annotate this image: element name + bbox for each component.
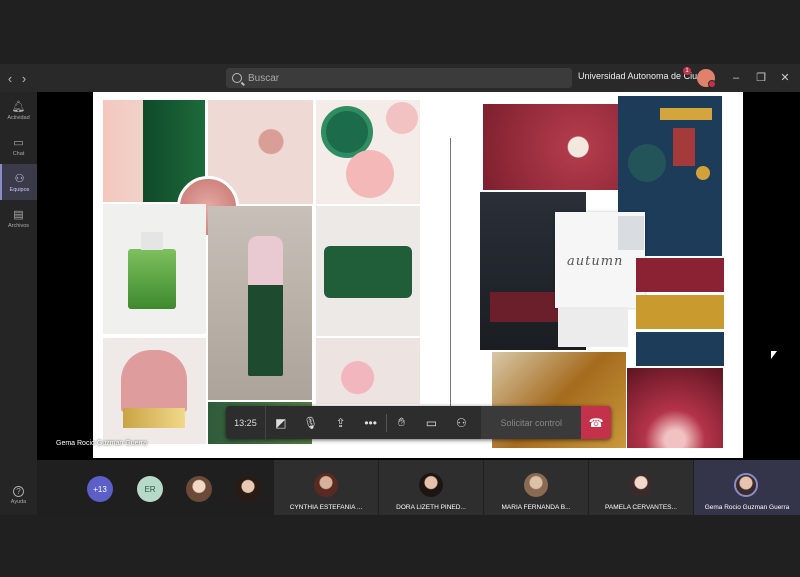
rail-label: Archivos xyxy=(7,222,30,229)
participant-name: DORA LIZETH PINED... xyxy=(396,504,466,511)
forward-arrow-icon[interactable]: › xyxy=(17,68,31,88)
rail-item-chat[interactable]: ▭ Chat xyxy=(0,128,37,164)
rail-item-files[interactable]: ▤ Archivos xyxy=(0,200,37,236)
participant-tile[interactable]: CYNTHIA ESTEFANIA ... xyxy=(273,460,378,515)
participant-avatar xyxy=(314,473,338,497)
moodboard-page: autumn xyxy=(93,92,743,458)
red-forest-photo xyxy=(627,368,723,448)
rail-item-teams[interactable]: ⚇ Equipos xyxy=(0,164,37,200)
participant-name: PAMELA CERVANTES... xyxy=(605,504,677,511)
search-input[interactable]: Buscar xyxy=(226,68,572,88)
teams-icon: ⚇ xyxy=(14,172,25,185)
red-swatch xyxy=(673,128,695,166)
maximize-icon[interactable]: ❐ xyxy=(753,70,769,86)
navy-swatch xyxy=(636,332,724,366)
rail-item-activity[interactable]: 🔔︎ Actividad xyxy=(0,92,37,128)
light-panel xyxy=(558,307,628,347)
bell-icon: 🔔︎ xyxy=(11,100,26,113)
files-icon: ▤ xyxy=(13,208,24,221)
green-sofa xyxy=(324,246,412,298)
hang-up-button[interactable]: ☎︎ xyxy=(581,406,611,439)
call-timer: 13:25 xyxy=(226,406,266,439)
participant-avatar xyxy=(629,473,653,497)
roses-photo xyxy=(316,338,420,404)
perfume-photo xyxy=(103,204,206,334)
notification-badge: 1 xyxy=(683,67,691,75)
top-letterbox xyxy=(0,0,800,64)
bottom-letterbox xyxy=(0,515,800,577)
pink-plate xyxy=(346,150,394,198)
participants-icon[interactable]: ⚇ xyxy=(446,406,476,439)
gold-swatch xyxy=(660,108,712,120)
pink-plate-small xyxy=(386,102,418,134)
green-sofa-photo xyxy=(316,206,420,336)
call-toolbar: 13:25 ◩ 🎙︎ ⇪ ••• ✋︎ ▭ ⚇ Solicitar contro… xyxy=(226,406,611,439)
pink-stool xyxy=(121,350,187,412)
app-rail: 🔔︎ Actividad ▭ Chat ⚇ Equipos ▤ Archivos… xyxy=(0,92,37,577)
grey-swatch xyxy=(618,216,644,250)
rail-label: Chat xyxy=(12,150,25,157)
initials-avatar[interactable]: ER xyxy=(137,476,163,502)
participant-avatar xyxy=(524,473,548,497)
pink-stool-photo xyxy=(103,338,206,444)
more-options-icon[interactable]: ••• xyxy=(356,406,386,439)
participant-avatar[interactable] xyxy=(186,476,212,502)
rail-label: Equipos xyxy=(9,186,30,193)
participant-tile[interactable]: MARIA FERNANDA B... xyxy=(483,460,588,515)
participant-avatar xyxy=(419,473,443,497)
title-bar: ‹ › Buscar Universidad Autonoma de Ciu..… xyxy=(0,64,800,92)
page-divider xyxy=(450,138,451,438)
participant-name: MARIA FERNANDA B... xyxy=(501,504,571,511)
autumn-leaves-photo xyxy=(483,104,619,190)
participant-name: Gema Rocio Guzman Guerra xyxy=(704,504,790,511)
burgundy-bench xyxy=(490,292,562,322)
mouse-cursor xyxy=(771,351,777,359)
teal-plate xyxy=(628,144,666,182)
participant-name: CYNTHIA ESTEFANIA ... xyxy=(289,504,363,511)
chat-panel-icon[interactable]: ▭ xyxy=(417,406,447,439)
model-figure xyxy=(248,236,283,376)
autumn-text: autumn xyxy=(567,254,624,269)
share-screen-icon[interactable]: ⇪ xyxy=(326,406,356,439)
participant-tile[interactable]: DORA LIZETH PINED... xyxy=(378,460,483,515)
request-control-button[interactable]: Solicitar control xyxy=(481,406,582,439)
mustard-swatch xyxy=(636,295,724,329)
pink-wall-photo xyxy=(103,100,143,202)
rail-label: Actividad xyxy=(7,114,30,121)
search-icon xyxy=(232,73,242,83)
participant-avatar[interactable] xyxy=(235,476,261,502)
camera-off-icon[interactable]: ◩ xyxy=(266,406,296,439)
org-switcher[interactable]: Universidad Autonoma de Ciu... ⌄ xyxy=(578,71,715,82)
chat-icon: ▭ xyxy=(13,136,24,149)
raise-hand-icon[interactable]: ✋︎ xyxy=(387,406,417,439)
profile-avatar[interactable] xyxy=(697,69,716,88)
burgundy-swatch xyxy=(636,258,724,292)
perfume-cap xyxy=(141,232,163,250)
back-arrow-icon[interactable]: ‹ xyxy=(3,68,17,88)
presenter-name: Gema Rocio Guzman Guerra xyxy=(56,440,148,447)
participant-tile[interactable]: PAMELA CERVANTES... xyxy=(588,460,693,515)
fashion-photo xyxy=(208,206,312,400)
help-icon: ? xyxy=(13,486,24,497)
mic-off-icon[interactable]: 🎙︎ xyxy=(296,406,326,439)
close-icon[interactable]: ✕ xyxy=(777,70,793,86)
plates-photo xyxy=(316,100,420,204)
help-label: Ayuda xyxy=(10,499,27,505)
participant-avatar xyxy=(734,473,758,497)
minimize-icon[interactable]: – xyxy=(728,70,744,86)
gold-base xyxy=(123,408,185,428)
perfume-bottle xyxy=(128,249,176,309)
search-placeholder: Buscar xyxy=(248,72,280,84)
overflow-participants[interactable]: +13 xyxy=(87,476,113,502)
help-button[interactable]: ? Ayuda xyxy=(0,486,37,505)
mustard-dot xyxy=(696,166,710,180)
participant-tile-self[interactable]: Gema Rocio Guzman Guerra xyxy=(693,460,800,515)
